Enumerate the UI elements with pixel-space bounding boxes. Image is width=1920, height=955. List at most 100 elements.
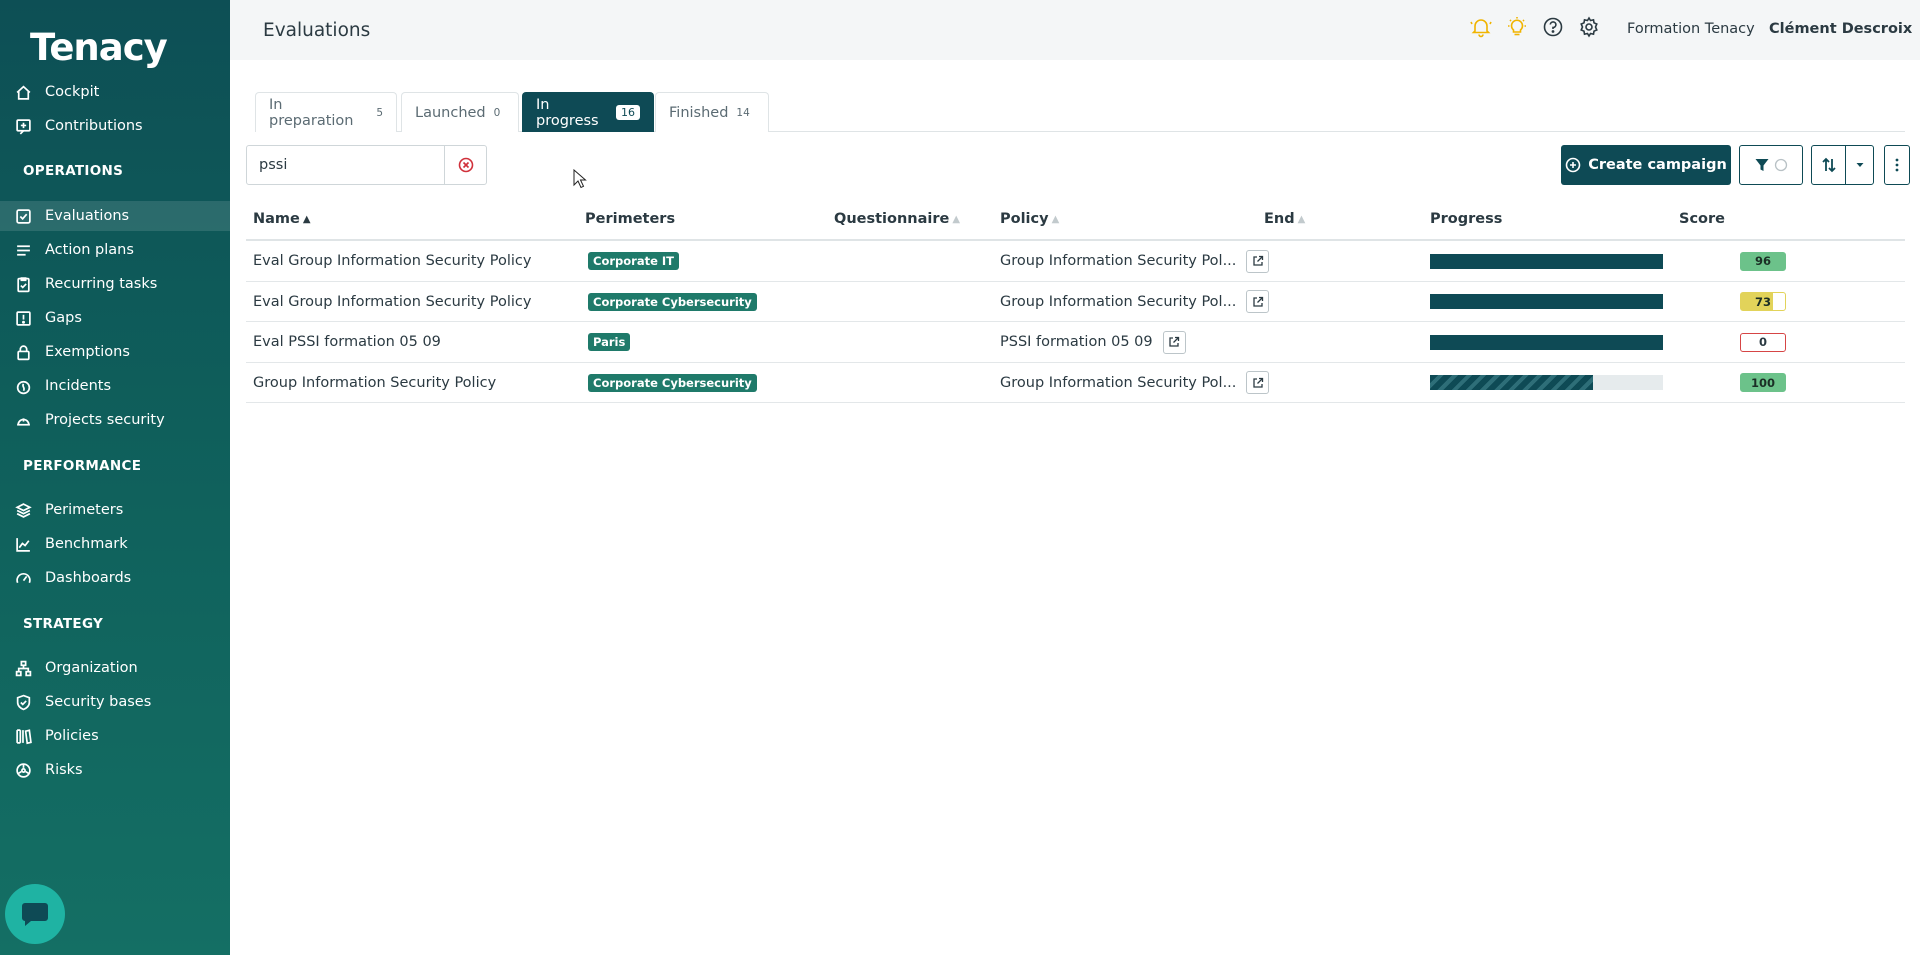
column-header-end[interactable]: End ▲ (1264, 211, 1305, 227)
sidebar-section-operations: OPERATIONS (23, 163, 124, 179)
sidebar-item-exemptions[interactable]: Exemptions (0, 337, 230, 367)
score-value: 73 (1754, 294, 1771, 309)
app-logo[interactable]: Tenacy (30, 26, 168, 69)
open-policy-button[interactable] (1246, 371, 1270, 394)
column-label: Questionnaire (834, 211, 950, 227)
cell-name[interactable]: Eval PSSI formation 05 09 (253, 322, 441, 362)
score-badge: 100 (1740, 373, 1786, 392)
clear-search-button[interactable] (445, 146, 486, 184)
page-title: Evaluations (263, 20, 371, 41)
score-badge: 73 (1740, 292, 1786, 311)
evaluation-name[interactable]: Eval Group Information Security Policy (253, 253, 531, 269)
sidebar-item-cockpit[interactable]: Cockpit (0, 77, 230, 107)
cell-policy: Group Information Security Pol... (1000, 282, 1270, 322)
cell-score: 73 (1740, 282, 1786, 322)
sidebar-item-projects-security[interactable]: Projects security (0, 405, 230, 435)
score-badge: 96 (1740, 251, 1786, 271)
tab-in-progress[interactable]: In progress 16 (522, 92, 654, 132)
table-row[interactable]: Group Information Security Policy Corpor… (246, 363, 1905, 403)
sidebar-item-risks[interactable]: Risks (0, 755, 230, 785)
perimeter-tag: Corporate Cybersecurity (588, 373, 757, 392)
sort-dropdown-button[interactable] (1845, 145, 1874, 185)
filter-button[interactable] (1739, 145, 1803, 185)
evaluation-name[interactable]: Group Information Security Policy (253, 375, 496, 391)
sidebar-item-label: Benchmark (45, 536, 128, 552)
sidebar-item-organization[interactable]: Organization (0, 653, 230, 683)
cell-policy: Group Information Security Pol... (1000, 241, 1270, 281)
sidebar-item-perimeters[interactable]: Perimeters (0, 495, 230, 525)
list-icon (14, 241, 32, 259)
chat-button[interactable] (5, 884, 65, 944)
create-campaign-button[interactable]: Create campaign (1561, 145, 1731, 185)
column-label: Name (253, 211, 300, 227)
tab-count: 5 (376, 106, 383, 119)
search-input[interactable] (247, 146, 445, 184)
open-policy-button[interactable] (1162, 330, 1186, 354)
more-options-button[interactable] (1884, 145, 1910, 185)
tab-label: Finished (669, 104, 729, 121)
sidebar-item-security-bases[interactable]: Security bases (0, 687, 230, 717)
table-row[interactable]: Eval Group Information Security Policy C… (246, 282, 1905, 322)
cell-progress (1430, 241, 1663, 281)
sidebar-item-incidents[interactable]: Incidents (0, 371, 230, 401)
cell-name[interactable]: Eval Group Information Security Policy (253, 241, 531, 281)
tab-label: In progress (536, 96, 599, 129)
column-label: Progress (1430, 211, 1503, 227)
sort-arrows-icon (1821, 157, 1836, 173)
table-row[interactable]: Eval Group Information Security Policy C… (246, 241, 1905, 282)
tab-label: In preparation (269, 96, 354, 129)
table-row[interactable]: Eval PSSI formation 05 09 Paris PSSI for… (246, 322, 1905, 363)
column-header-score: Score (1679, 211, 1725, 227)
lightbulb-icon[interactable] (1506, 16, 1528, 42)
cell-score: 0 (1740, 322, 1786, 362)
external-link-icon (1253, 296, 1264, 307)
evaluation-name[interactable]: Eval PSSI formation 05 09 (253, 334, 441, 350)
open-policy-button[interactable] (1246, 249, 1270, 273)
policy-name: Group Information Security Pol... (1000, 253, 1237, 269)
open-policy-button[interactable] (1246, 290, 1270, 313)
sidebar-item-gaps[interactable]: Gaps (0, 303, 230, 333)
sort-button[interactable] (1811, 145, 1846, 185)
tab-count: 16 (616, 105, 640, 120)
cell-name[interactable]: Group Information Security Policy (253, 363, 496, 403)
progress-fill (1430, 375, 1594, 390)
column-label: Perimeters (585, 211, 676, 227)
progress-fill (1430, 334, 1663, 350)
user-menu[interactable]: Clément Descroix (1769, 21, 1912, 37)
column-label: Score (1679, 211, 1725, 227)
sidebar: Tenacy Cockpit Contributions OPERATIONS … (0, 0, 230, 955)
mouse-cursor-icon (573, 169, 587, 189)
sidebar-item-dashboards[interactable]: Dashboards (0, 563, 230, 593)
sidebar-item-evaluations[interactable]: Evaluations (0, 201, 230, 231)
sidebar-item-label: Action plans (45, 242, 134, 258)
sidebar-item-benchmark[interactable]: Benchmark (0, 529, 230, 559)
evaluation-name[interactable]: Eval Group Information Security Policy (253, 294, 531, 310)
column-header-policy[interactable]: Policy ▲ (1000, 211, 1059, 227)
sidebar-item-label: Cockpit (45, 84, 100, 100)
evaluations-table: Name ▲ Perimeters Questionnaire ▲ Policy ▲ … (246, 206, 1905, 403)
sidebar-item-label: Incidents (45, 378, 112, 394)
cell-name[interactable]: Eval Group Information Security Policy (253, 282, 531, 322)
gear-icon[interactable] (1578, 16, 1600, 42)
layers-icon (14, 501, 32, 519)
tab-launched[interactable]: Launched 0 (401, 92, 519, 132)
sidebar-item-action-plans[interactable]: Action plans (0, 235, 230, 265)
help-icon[interactable] (1542, 16, 1564, 42)
caret-down-icon (1856, 163, 1863, 167)
bell-icon[interactable] (1470, 16, 1492, 42)
sidebar-item-policies[interactable]: Policies (0, 721, 230, 751)
tab-finished[interactable]: Finished 14 (655, 92, 769, 132)
checkbox-icon (14, 207, 32, 225)
column-label: Policy (1000, 211, 1049, 227)
sidebar-item-recurring-tasks[interactable]: Recurring tasks (0, 269, 230, 299)
sidebar-item-contributions[interactable]: Contributions (0, 111, 230, 141)
filter-icon (1755, 159, 1769, 171)
column-header-name[interactable]: Name ▲ (253, 211, 311, 227)
sidebar-item-label: Gaps (45, 310, 82, 326)
sidebar-section-strategy: STRATEGY (23, 616, 104, 632)
tab-in-preparation[interactable]: In preparation 5 (255, 92, 397, 132)
organization-selector[interactable]: Formation Tenacy (1627, 21, 1755, 37)
column-header-progress: Progress (1430, 211, 1502, 227)
column-header-questionnaire[interactable]: Questionnaire ▲ (834, 211, 960, 227)
org-chart-icon (14, 659, 32, 677)
